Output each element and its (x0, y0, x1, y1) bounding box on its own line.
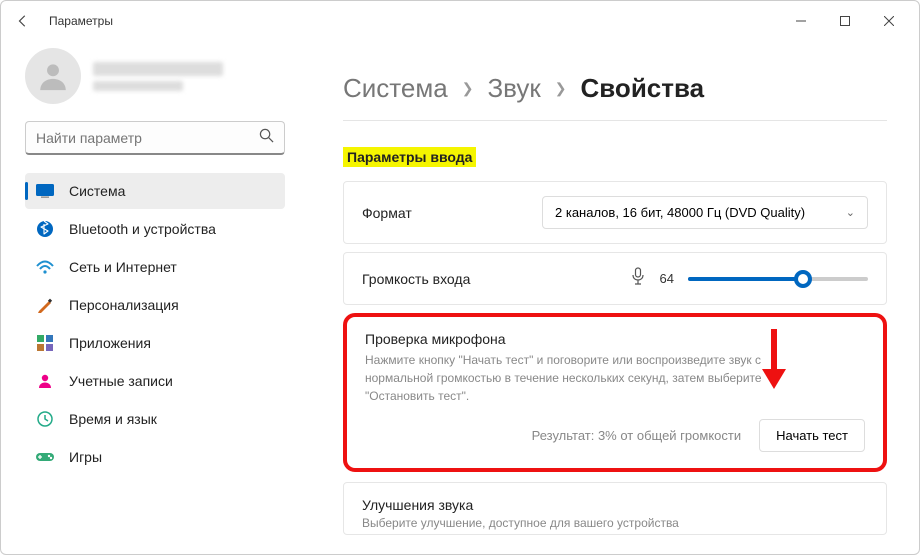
titlebar: Параметры (1, 1, 919, 41)
format-value: 2 каналов, 16 бит, 48000 Гц (DVD Quality… (555, 205, 805, 220)
nav-label: Приложения (69, 335, 151, 351)
bluetooth-icon (35, 219, 55, 239)
time-icon (35, 409, 55, 429)
breadcrumb: Система ❯ Звук ❯ Свойства (343, 51, 887, 121)
format-card: Формат 2 каналов, 16 бит, 48000 Гц (DVD … (343, 181, 887, 244)
maximize-button[interactable] (823, 6, 867, 36)
slider-thumb[interactable] (794, 270, 812, 288)
enhancements-title: Улучшения звука (362, 497, 868, 513)
mic-test-description: Нажмите кнопку "Начать тест" и поговорит… (365, 351, 825, 405)
sidebar-item-personalization[interactable]: Персонализация (25, 287, 285, 323)
sidebar: Система Bluetooth и устройства Сеть и Ин… (1, 41, 301, 554)
nav-label: Сеть и Интернет (69, 259, 177, 275)
system-icon (35, 181, 55, 201)
volume-value: 64 (660, 271, 674, 286)
start-test-button[interactable]: Начать тест (759, 419, 865, 452)
nav-label: Время и язык (69, 411, 157, 427)
nav-label: Учетные записи (69, 373, 173, 389)
section-heading-input: Параметры ввода (343, 147, 476, 167)
mic-test-title: Проверка микрофона (365, 331, 865, 347)
profile-name (93, 62, 223, 76)
breadcrumb-item[interactable]: Звук (487, 73, 540, 104)
breadcrumb-item-current: Свойства (581, 73, 705, 104)
nav-label: Bluetooth и устройства (69, 221, 216, 237)
nav-label: Персонализация (69, 297, 179, 313)
format-select[interactable]: 2 каналов, 16 бит, 48000 Гц (DVD Quality… (542, 196, 868, 229)
search-input[interactable] (36, 130, 259, 146)
content: Система ❯ Звук ❯ Свойства Параметры ввод… (301, 41, 919, 554)
mic-test-result: Результат: 3% от общей громкости (532, 428, 742, 443)
chevron-right-icon: ❯ (555, 80, 567, 97)
sidebar-item-games[interactable]: Игры (25, 439, 285, 475)
sidebar-item-system[interactable]: Система (25, 173, 285, 209)
sidebar-item-apps[interactable]: Приложения (25, 325, 285, 361)
microphone-test-card: Проверка микрофона Нажмите кнопку "Начат… (343, 313, 887, 472)
chevron-down-icon: ⌄ (846, 206, 855, 219)
back-button[interactable] (9, 7, 37, 35)
search-box[interactable] (25, 121, 285, 155)
profile-email (93, 81, 183, 91)
personalization-icon (35, 295, 55, 315)
sidebar-item-network[interactable]: Сеть и Интернет (25, 249, 285, 285)
volume-label: Громкость входа (362, 271, 616, 287)
volume-slider[interactable] (688, 277, 868, 281)
avatar (25, 48, 81, 104)
sidebar-item-time[interactable]: Время и язык (25, 401, 285, 437)
sidebar-item-bluetooth[interactable]: Bluetooth и устройства (25, 211, 285, 247)
apps-icon (35, 333, 55, 353)
accounts-icon (35, 371, 55, 391)
window-title: Параметры (49, 14, 113, 28)
enhancements-card[interactable]: Улучшения звука Выберите улучшение, дост… (343, 482, 887, 535)
network-icon (35, 257, 55, 277)
search-icon (259, 128, 274, 148)
nav-list: Система Bluetooth и устройства Сеть и Ин… (25, 173, 285, 475)
chevron-right-icon: ❯ (462, 80, 474, 97)
profile[interactable] (25, 41, 285, 111)
format-label: Формат (362, 205, 522, 221)
nav-label: Система (69, 183, 125, 199)
breadcrumb-item[interactable]: Система (343, 73, 448, 104)
minimize-button[interactable] (779, 6, 823, 36)
sidebar-item-accounts[interactable]: Учетные записи (25, 363, 285, 399)
close-button[interactable] (867, 6, 911, 36)
volume-card: Громкость входа 64 (343, 252, 887, 305)
nav-label: Игры (69, 449, 102, 465)
games-icon (35, 447, 55, 467)
enhancements-description: Выберите улучшение, доступное для вашего… (362, 516, 868, 530)
microphone-icon[interactable] (630, 267, 646, 290)
